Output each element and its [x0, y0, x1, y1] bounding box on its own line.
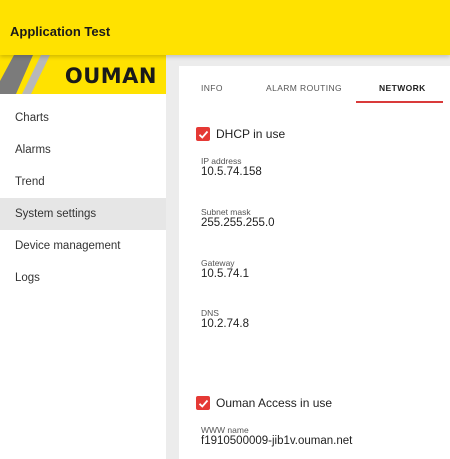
sidebar-item-device-management[interactable]: Device management — [0, 230, 166, 262]
sidebar-item-alarms[interactable]: Alarms — [0, 134, 166, 166]
logo-band: OUMAN — [0, 55, 166, 94]
checkmark-icon — [198, 399, 208, 408]
dhcp-label: DHCP in use — [216, 127, 286, 141]
active-tab-indicator — [356, 101, 443, 103]
dns-value: 10.2.74.8 — [201, 318, 249, 330]
ouman-access-label: Ouman Access in use — [216, 396, 333, 410]
tab-network[interactable]: NETWORK — [379, 83, 426, 93]
ouman-access-checkbox[interactable] — [196, 396, 210, 410]
sidebar-item-charts[interactable]: Charts — [0, 102, 166, 134]
tab-alarm-routing[interactable]: ALARM ROUTING — [266, 83, 342, 93]
network-settings-panel: INFO ALARM ROUTING NETWORK DHCP in use I… — [179, 66, 450, 459]
sidebar: Charts Alarms Trend System settings Devi… — [0, 94, 166, 459]
sidebar-item-trend[interactable]: Trend — [0, 166, 166, 198]
subnet-mask-value: 255.255.255.0 — [201, 217, 275, 229]
ip-address-label: IP address — [201, 156, 242, 166]
subnet-mask-label: Subnet mask — [201, 207, 251, 217]
sidebar-item-logs[interactable]: Logs — [0, 262, 166, 294]
ouman-access-checkbox-row[interactable]: Ouman Access in use — [196, 395, 332, 411]
dns-label: DNS — [201, 308, 219, 318]
tab-info[interactable]: INFO — [201, 83, 223, 93]
sidebar-item-system-settings[interactable]: System settings — [0, 198, 166, 230]
ip-address-value: 10.5.74.158 — [201, 166, 262, 178]
checkmark-icon — [198, 130, 208, 139]
dhcp-checkbox-row[interactable]: DHCP in use — [196, 126, 285, 142]
app-title: Application Test — [10, 24, 111, 39]
gateway-label: Gateway — [201, 258, 235, 268]
app-header: Application Test — [0, 0, 450, 55]
dhcp-checkbox[interactable] — [196, 127, 210, 141]
www-name-label: WWW name — [201, 425, 249, 435]
ouman-logo: OUMAN — [64, 64, 157, 88]
gateway-value: 10.5.74.1 — [201, 268, 249, 280]
www-name-value: f1910500009-jib1v.ouman.net — [201, 435, 353, 447]
